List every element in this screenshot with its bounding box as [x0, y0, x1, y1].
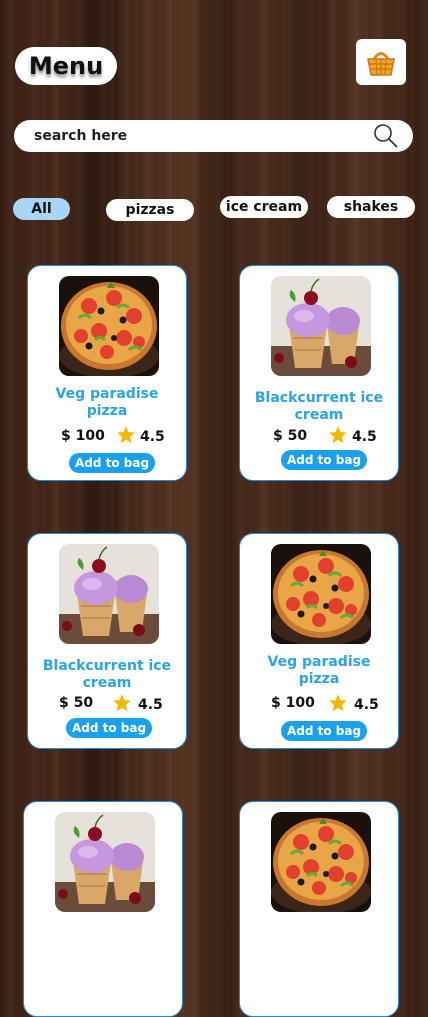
product-name: Blackcurrent ice cream [42, 658, 172, 691]
product-image-ice-cream [271, 276, 371, 376]
add-to-bag-button[interactable]: Add to bag [66, 718, 152, 738]
product-name: Blackcurrent ice cream [254, 390, 384, 423]
product-card[interactable]: Veg paradise pizza $ 100 4.5 Add to bag [239, 533, 399, 749]
search-bar[interactable]: search here [14, 120, 413, 152]
product-card[interactable] [239, 801, 399, 1017]
add-to-bag-button[interactable]: Add to bag [281, 721, 367, 741]
category-chip-ice-cream[interactable]: ice cream [220, 196, 308, 218]
product-rating: 4.5 [138, 697, 163, 713]
product-image-pizza [271, 544, 371, 644]
add-to-bag-button[interactable]: Add to bag [281, 450, 367, 470]
product-image-ice-cream [59, 544, 159, 644]
product-card[interactable]: Blackcurrent ice cream $ 50 4.5 Add to b… [239, 265, 399, 481]
bag-button[interactable] [356, 39, 406, 85]
page-title: Menu [15, 47, 117, 85]
product-rating: 4.5 [140, 429, 165, 445]
product-rating: 4.5 [352, 429, 377, 445]
product-image-ice-cream [55, 812, 155, 912]
search-icon[interactable] [373, 123, 399, 149]
product-name: Veg paradise pizza [267, 654, 371, 687]
star-icon [116, 425, 136, 445]
product-card[interactable] [23, 801, 183, 1017]
product-price: $ 50 [59, 695, 94, 711]
product-price: $ 50 [273, 428, 308, 444]
product-image-pizza [59, 276, 159, 376]
product-card[interactable]: Veg paradise pizza $ 100 4.5 Add to bag [27, 265, 187, 481]
product-rating: 4.5 [354, 697, 379, 713]
product-name: Veg paradise pizza [55, 386, 159, 419]
category-chip-all[interactable]: All [13, 198, 70, 220]
category-chip-pizzas[interactable]: pizzas [106, 199, 194, 221]
star-icon [112, 693, 132, 713]
add-to-bag-button[interactable]: Add to bag [69, 453, 155, 473]
category-chip-shakes[interactable]: shakes [327, 196, 415, 218]
search-input[interactable]: search here [34, 128, 373, 144]
basket-icon [367, 52, 395, 76]
product-price: $ 100 [61, 428, 105, 444]
product-image-pizza [271, 812, 371, 912]
star-icon [328, 425, 348, 445]
star-icon [328, 693, 348, 713]
product-card[interactable]: Blackcurrent ice cream $ 50 4.5 Add to b… [27, 533, 187, 749]
product-price: $ 100 [271, 695, 315, 711]
